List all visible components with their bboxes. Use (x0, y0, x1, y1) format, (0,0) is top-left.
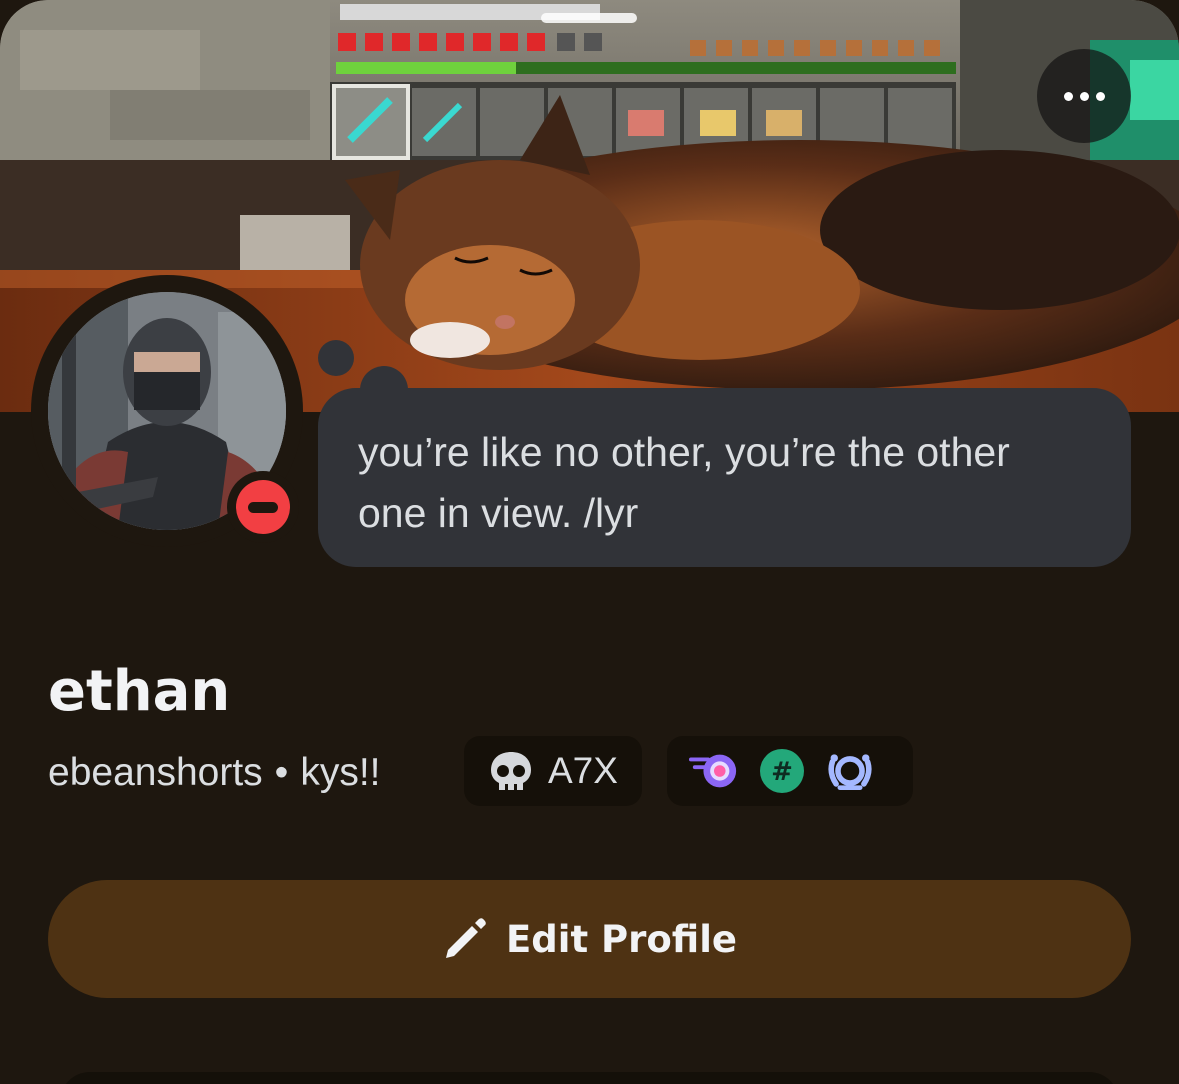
profile-screen: you’re like no other, you’re the other o… (0, 0, 1179, 1084)
nitro-badge-icon[interactable] (689, 746, 739, 796)
pronouns: kys!! (300, 751, 381, 794)
username-line: ebeanshorts • kys!! (48, 741, 380, 805)
more-dot (1079, 91, 1089, 101)
edit-profile-button[interactable]: Edit Profile (48, 880, 1131, 998)
custom-status-line-1: you’re like no other, you’re the other (358, 429, 1010, 475)
separator: • (274, 751, 289, 794)
quest-laurel-badge-icon[interactable] (825, 746, 875, 796)
more-dot (1095, 91, 1105, 101)
more-options-button[interactable] (1037, 49, 1131, 143)
svg-text:#: # (771, 757, 793, 787)
custom-status-bubble[interactable]: you’re like no other, you’re the other o… (318, 388, 1131, 567)
dnd-status-icon (236, 480, 290, 534)
home-indicator (541, 13, 637, 23)
badge-list: # (667, 736, 913, 806)
username[interactable]: ebeanshorts (48, 751, 263, 795)
next-section-card (60, 1072, 1119, 1084)
pencil-icon (446, 918, 486, 958)
more-horizontal-icon (1063, 91, 1073, 101)
hashtag-badge-icon[interactable]: # (757, 746, 807, 796)
server-tag-label: A7X (548, 750, 618, 791)
skull-icon (491, 752, 531, 790)
display-name: ethan (48, 659, 231, 724)
edit-profile-label: Edit Profile (506, 917, 737, 961)
server-tag[interactable]: A7X (464, 736, 642, 806)
thought-bubble-dot-small (318, 340, 354, 376)
custom-status-line-2: one in view. /lyr (358, 490, 639, 536)
